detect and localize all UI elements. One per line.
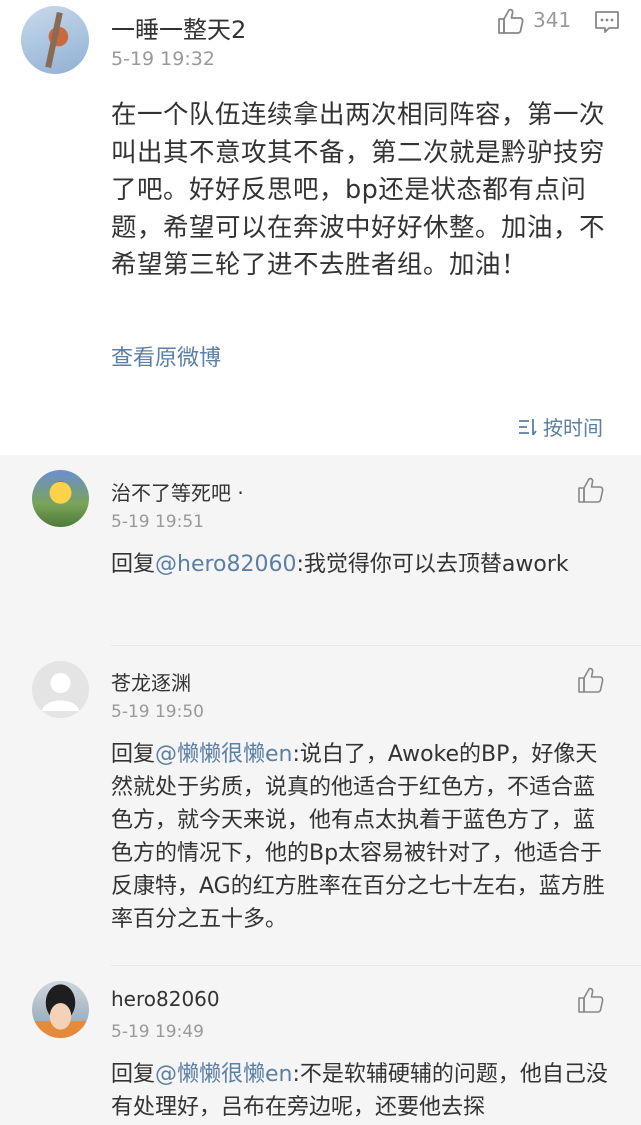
reply-username[interactable]: 治不了等死吧 · xyxy=(111,477,244,506)
thumbs-up-icon[interactable] xyxy=(576,476,606,504)
thumbs-up-icon[interactable] xyxy=(497,7,525,35)
thumbs-up-icon[interactable] xyxy=(576,986,606,1014)
post-content: 在一个队伍连续拿出两次相同阵容，第一次叫出其不意攻其不备，第二次就是黔驴技穷了吧… xyxy=(111,100,606,280)
mention-link[interactable]: @懒懒很懒en xyxy=(155,1062,292,1087)
reply-username[interactable]: 苍龙逐渊 xyxy=(111,667,191,696)
sort-label: 按时间 xyxy=(543,416,603,440)
comment-icon[interactable] xyxy=(594,9,620,35)
post-time: 5-19 19:32 xyxy=(111,48,215,70)
mention-link[interactable]: @懒懒很懒en xyxy=(155,742,292,767)
reply-list: 治不了等死吧 · 5-19 19:51 回复@hero82060:我觉得你可以去… xyxy=(0,455,641,1125)
reply-time: 5-19 19:50 xyxy=(111,702,204,722)
main-post: 一睡一整天2 5-19 19:32 341 在一个队伍连续拿出两次相同阵容，第一… xyxy=(0,0,641,455)
sort-icon xyxy=(519,418,537,436)
divider xyxy=(111,645,641,646)
default-avatar-icon xyxy=(42,673,79,711)
reply-username[interactable]: hero82060 xyxy=(111,987,220,1011)
reply-time: 5-19 19:49 xyxy=(111,1022,204,1042)
post-like-count: 341 xyxy=(533,8,572,32)
user-avatar[interactable] xyxy=(21,6,89,74)
reply-avatar[interactable] xyxy=(32,470,89,527)
reply-item: hero82060 5-19 19:49 回复@懒懒很懒en:不是软辅硬辅的问题… xyxy=(0,965,641,1125)
view-original-link[interactable]: 查看原微博 xyxy=(111,340,221,372)
reply-item: 苍龙逐渊 5-19 19:50 回复@懒懒很懒en:说白了，Awoke的BP，好… xyxy=(0,645,641,965)
sort-by-time-button[interactable]: 按时间 xyxy=(517,412,603,441)
reply-item: 治不了等死吧 · 5-19 19:51 回复@hero82060:我觉得你可以去… xyxy=(0,455,641,645)
reply-content: 回复@懒懒很懒en:说白了，Awoke的BP，好像天然就处于劣质，说真的他适合于… xyxy=(111,742,605,932)
reply-time: 5-19 19:51 xyxy=(111,512,204,532)
reply-content: 回复@hero82060:我觉得你可以去顶替awork xyxy=(111,552,569,577)
reply-content: 回复@懒懒很懒en:不是软辅硬辅的问题，他自己没有处理好，吕布在旁边呢，还要他去… xyxy=(111,1062,608,1120)
reply-avatar[interactable] xyxy=(32,661,89,718)
mention-link[interactable]: @hero82060 xyxy=(155,552,297,577)
thumbs-up-icon[interactable] xyxy=(576,666,606,694)
post-username[interactable]: 一睡一整天2 xyxy=(111,10,246,45)
reply-avatar[interactable] xyxy=(32,981,89,1038)
divider xyxy=(111,965,641,966)
